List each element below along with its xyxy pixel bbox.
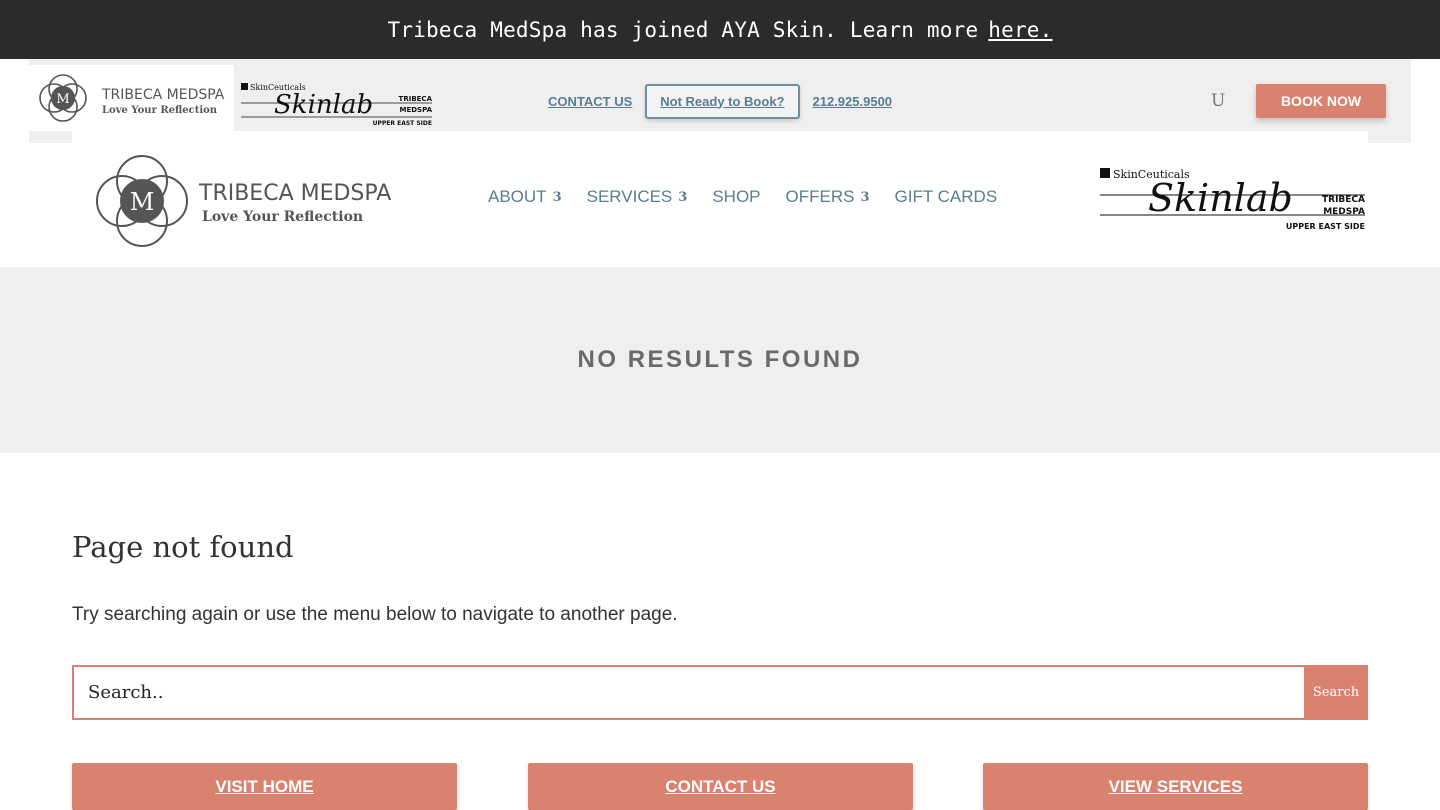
search-form: Search — [72, 665, 1368, 720]
view-services-button[interactable]: VIEW SERVICES — [983, 763, 1368, 810]
chevron-down-icon: 3 — [860, 189, 870, 205]
nav-shop[interactable]: SHOP — [712, 187, 760, 207]
svg-text:UPPER EAST SIDE: UPPER EAST SIDE — [373, 120, 432, 127]
search-input[interactable] — [72, 665, 1304, 720]
main-skinlab-logo[interactable]: SkinCeuticals Skinlab TRIBECA MEDSPA UPP… — [1098, 165, 1368, 233]
svg-text:TRIBECA MEDSPA: TRIBECA MEDSPA — [101, 87, 225, 103]
main-logo[interactable]: M TRIBECA MEDSPA Love Your Reflection — [96, 155, 406, 249]
chevron-down-icon: 3 — [552, 189, 562, 205]
svg-text:Skinlab: Skinlab — [1148, 176, 1293, 220]
svg-text:M: M — [56, 92, 69, 107]
svg-text:TRIBECA: TRIBECA — [1322, 195, 1365, 205]
nav-about[interactable]: ABOUT 3 — [488, 187, 562, 207]
svg-text:TRIBECA: TRIBECA — [399, 95, 433, 103]
contact-us-button[interactable]: CONTACT US — [528, 763, 913, 810]
announcement-text: Tribeca MedSpa has joined AYA Skin. Lear… — [387, 17, 979, 42]
page-not-found-heading: Page not found — [72, 530, 294, 564]
announcement-bar: Tribeca MedSpa has joined AYA Skin. Lear… — [0, 0, 1440, 59]
contact-us-link[interactable]: CONTACT US — [548, 94, 632, 109]
phone-link[interactable]: 212.925.9500 — [813, 94, 893, 109]
navigation-buttons: VISIT HOME CONTACT US VIEW SERVICES — [72, 763, 1368, 810]
nav-gift-cards[interactable]: GIFT CARDS — [895, 187, 998, 207]
nav-services[interactable]: SERVICES 3 — [587, 187, 688, 207]
svg-text:Skinlab: Skinlab — [274, 90, 373, 120]
help-text: Try searching again or use the menu belo… — [72, 604, 678, 625]
skinlab-logo-icon: SkinCeuticals Skinlab TRIBECA MEDSPA UPP… — [241, 83, 433, 127]
svg-text:MEDSPA: MEDSPA — [1323, 207, 1365, 217]
visit-home-button[interactable]: VISIT HOME — [72, 763, 457, 810]
user-icon[interactable]: U — [1211, 91, 1225, 111]
tribeca-main-logo-icon: M TRIBECA MEDSPA Love Your Reflection — [96, 155, 391, 247]
chevron-down-icon: 3 — [678, 189, 688, 205]
hero-banner: NO RESULTS FOUND — [0, 267, 1440, 453]
svg-text:TRIBECA MEDSPA: TRIBECA MEDSPA — [198, 181, 391, 206]
svg-text:Love Your Reflection: Love Your Reflection — [102, 105, 218, 116]
small-logo[interactable]: M TRIBECA MEDSPA Love Your Reflection — [29, 65, 234, 131]
svg-text:M: M — [130, 188, 155, 216]
top-links: CONTACT US Not Ready to Book? 212.925.95… — [548, 83, 892, 119]
main-nav: ABOUT 3 SERVICES 3 SHOP OFFERS 3 GIFT CARDS — [488, 187, 1022, 207]
skinlab-main-logo-icon: SkinCeuticals Skinlab TRIBECA MEDSPA UPP… — [1100, 168, 1365, 231]
svg-text:Love Your Reflection: Love Your Reflection — [202, 209, 363, 225]
tribeca-logo-icon: M TRIBECA MEDSPA Love Your Reflection — [39, 74, 225, 122]
svg-text:MEDSPA: MEDSPA — [399, 106, 432, 114]
book-now-button[interactable]: BOOK NOW — [1256, 84, 1386, 118]
main-header: M TRIBECA MEDSPA Love Your Reflection AB… — [0, 143, 1440, 267]
small-skinlab-logo[interactable]: SkinCeuticals Skinlab TRIBECA MEDSPA UPP… — [234, 77, 434, 129]
nav-offers[interactable]: OFFERS 3 — [786, 187, 870, 207]
svg-text:UPPER EAST SIDE: UPPER EAST SIDE — [1286, 222, 1365, 231]
page-title: NO RESULTS FOUND — [577, 346, 863, 373]
not-ready-to-book-button[interactable]: Not Ready to Book? — [645, 83, 800, 119]
header-divider — [72, 131, 1368, 143]
search-button[interactable]: Search — [1304, 665, 1368, 720]
announcement-link[interactable]: here. — [988, 18, 1052, 42]
